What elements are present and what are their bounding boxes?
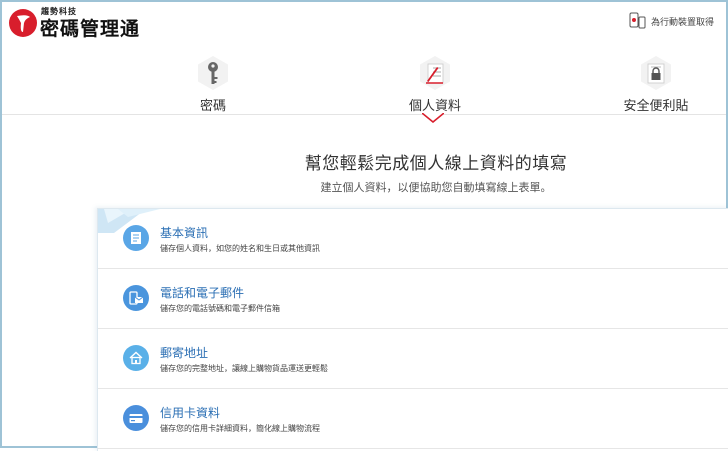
tab-personal-data[interactable]: 個人資料 (375, 54, 495, 114)
tab-divider (2, 114, 726, 115)
category-description: 儲存您的完整地址，讓線上購物貨品運送更輕鬆 (160, 364, 328, 373)
tab-secure-notes-label: 安全便利貼 (623, 99, 689, 114)
home-icon (123, 345, 149, 371)
category-description: 儲存個人資料，如您的姓名和生日或其他資訊 (160, 244, 320, 253)
category-description: 儲存您的信用卡詳細資料，簡化線上購物流程 (160, 424, 320, 433)
get-for-mobile-link[interactable]: 為行動裝置取得 (629, 11, 714, 31)
category-basic-info[interactable]: 基本資訊 儲存個人資料，如您的姓名和生日或其他資訊 (98, 209, 728, 269)
category-credit-card[interactable]: 信用卡資料 儲存您的信用卡詳細資料，簡化線上購物流程 (98, 389, 728, 449)
profile-form-icon (416, 54, 454, 92)
tab-secure-notes[interactable]: 安全便利貼 (596, 54, 716, 114)
tab-passwords-label: 密碼 (199, 99, 226, 114)
app-header: 趨勢科技 密碼管理通 為行動裝置取得 密碼 個人資料 安全便利貼 (2, 2, 726, 114)
tab-passwords[interactable]: 密碼 (153, 54, 273, 114)
personal-data-categories: 基本資訊 儲存個人資料，如您的姓名和生日或其他資訊 電話和電子郵件 儲存您的電話… (97, 208, 728, 451)
page-heading: 幫您輕鬆完成個人線上資料的填寫 (304, 154, 568, 174)
category-mailing-address[interactable]: 郵寄地址 儲存您的完整地址，讓線上購物貨品運送更輕鬆 (98, 329, 728, 389)
active-tab-indicator (422, 113, 444, 123)
page-subheading: 建立個人資料，以便協助您自動填寫線上表單。 (320, 181, 552, 194)
category-title: 電話和電子郵件 (160, 286, 245, 300)
tab-personal-data-label: 個人資料 (408, 99, 461, 114)
get-for-mobile-label: 為行動裝置取得 (650, 17, 714, 28)
category-title: 信用卡資料 (160, 406, 221, 420)
secure-note-icon (637, 54, 675, 92)
mobile-devices-icon (629, 12, 646, 29)
trend-micro-logo (9, 9, 37, 37)
app-title: 密碼管理通 (40, 18, 141, 40)
id-card-icon (123, 225, 149, 251)
key-icon (194, 54, 232, 92)
credit-card-icon (123, 405, 149, 431)
category-phone-email[interactable]: 電話和電子郵件 儲存您的電話號碼和電子郵件信箱 (98, 269, 728, 329)
category-title: 郵寄地址 (160, 346, 209, 360)
phone-mail-icon (123, 285, 149, 311)
category-title: 基本資訊 (160, 226, 209, 240)
category-description: 儲存您的電話號碼和電子郵件信箱 (160, 304, 280, 313)
